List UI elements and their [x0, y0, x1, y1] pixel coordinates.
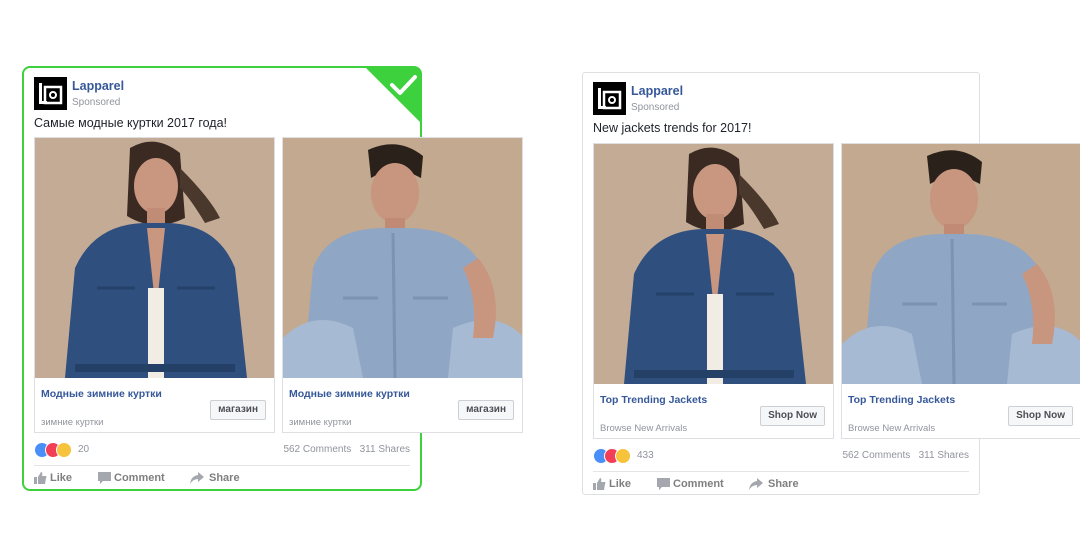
post-text: New jackets trends for 2017! [593, 121, 752, 135]
product-photo-denim-jumpsuit[interactable] [842, 144, 1080, 384]
shop-now-button[interactable]: Shop Now [760, 406, 825, 426]
comment-label: Comment [114, 472, 165, 484]
carousel-card[interactable]: Top Trending Jackets Browse New Arrivals… [841, 143, 1080, 439]
action-bar: Like Comment Share [593, 471, 969, 496]
carousel-card[interactable]: Модные зимние куртки зимние куртки магаз… [34, 137, 275, 433]
shop-button[interactable]: магазин [458, 400, 514, 420]
card-subtitle: зимние куртки [41, 417, 104, 428]
thumbs-up-icon [34, 472, 47, 484]
comment-count[interactable]: 562 Comments [842, 450, 910, 461]
sponsored-label: Sponsored [631, 102, 680, 113]
card-title[interactable]: Top Trending Jackets [848, 394, 955, 406]
engagement-stats: 20 562 Comments 311 Shares [34, 442, 410, 458]
carousel-card[interactable]: Top Trending Jackets Browse New Arrivals… [593, 143, 834, 439]
card-title[interactable]: Модные зимние куртки [41, 388, 162, 400]
share-label: Share [209, 472, 240, 484]
product-photo-denim-jacket[interactable] [35, 138, 274, 378]
ad-preview-russian: Lapparel Sponsored Самые модные куртки 2… [22, 66, 523, 491]
card-subtitle: Browse New Arrivals [600, 423, 688, 434]
ad-preview-english: Lapparel Sponsored New jackets trends fo… [582, 72, 1080, 496]
reaction-count: 20 [78, 444, 90, 455]
carousel-card[interactable]: Модные зимние куртки зимние куртки магаз… [282, 137, 523, 433]
comments-shares[interactable]: 562 Comments 311 Shares [283, 444, 410, 455]
card-title[interactable]: Модные зимние куртки [289, 388, 410, 400]
engagement-stats: 433 562 Comments 311 Shares [593, 448, 969, 464]
comment-label: Comment [673, 478, 724, 490]
share-count[interactable]: 311 Shares [360, 444, 410, 455]
product-photo-denim-jacket[interactable] [594, 144, 833, 384]
reaction-count: 433 [637, 450, 654, 461]
page-name-link[interactable]: Lapparel [72, 79, 124, 93]
comment-icon [657, 478, 670, 490]
brand-logo[interactable] [593, 82, 626, 115]
selected-corner-badge [365, 67, 421, 123]
share-label: Share [768, 478, 799, 490]
product-photo-denim-jumpsuit[interactable] [283, 138, 522, 378]
like-label: Like [50, 472, 73, 484]
share-arrow-icon [190, 472, 204, 484]
page-name-link[interactable]: Lapparel [631, 84, 683, 98]
wow-reaction-icon [56, 442, 72, 458]
card-subtitle: зимние куртки [289, 417, 352, 428]
sponsored-label: Sponsored [72, 97, 121, 108]
comment-icon [98, 472, 111, 484]
shop-button[interactable]: магазин [210, 400, 266, 420]
like-label: Like [609, 478, 632, 490]
card-subtitle: Browse New Arrivals [848, 423, 936, 434]
wow-reaction-icon [615, 448, 631, 464]
card-title[interactable]: Top Trending Jackets [600, 394, 707, 406]
comments-shares[interactable]: 562 Comments 311 Shares [842, 450, 969, 461]
action-bar: Like Comment Share [34, 465, 410, 490]
share-arrow-icon [749, 478, 763, 490]
post-text: Самые модные куртки 2017 года! [34, 116, 228, 130]
thumbs-up-icon [593, 478, 606, 490]
shop-now-button[interactable]: Shop Now [1008, 406, 1073, 426]
share-count[interactable]: 311 Shares [919, 450, 969, 461]
comment-count[interactable]: 562 Comments [283, 444, 351, 455]
brand-logo[interactable] [34, 77, 67, 110]
